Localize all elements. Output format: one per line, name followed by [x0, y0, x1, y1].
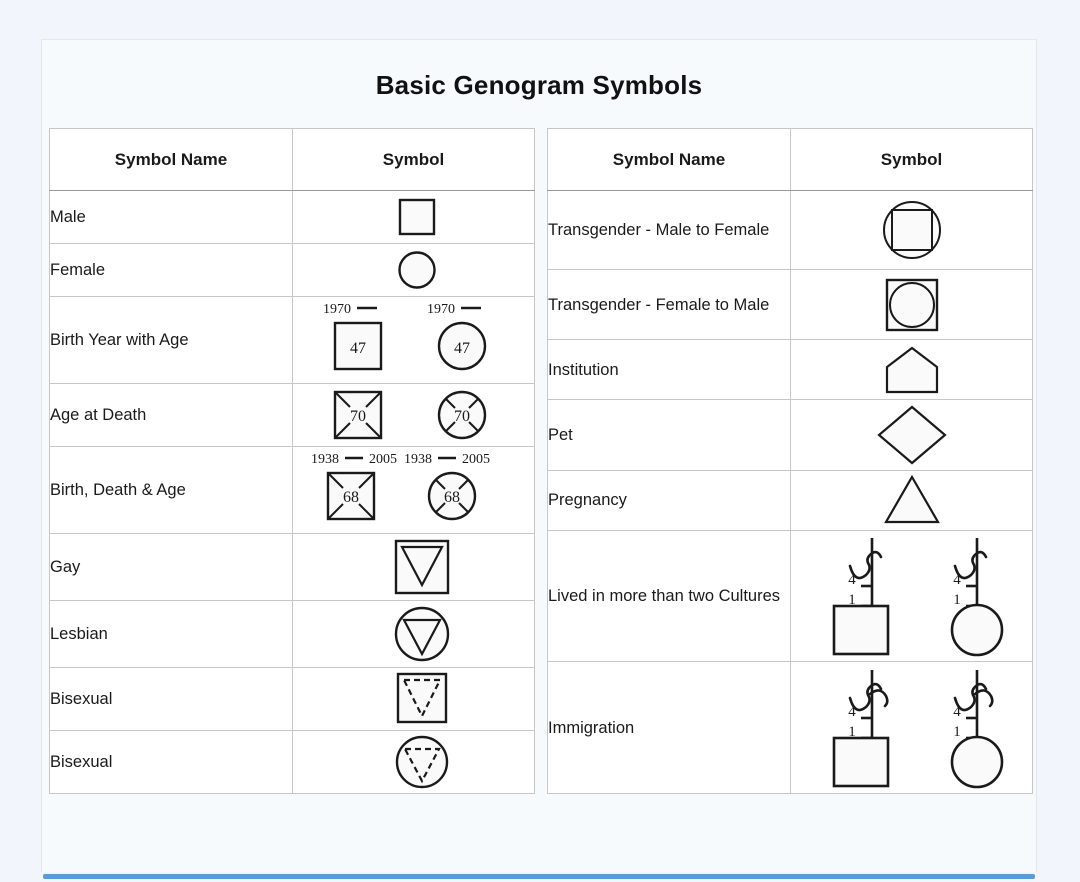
symbol-cell-lived-in-cultures: 4 1 4 1 — [790, 529, 1033, 663]
symbol-name-label: Birth Year with Age — [49, 296, 293, 384]
table-row[interactable]: Bisexual — [49, 667, 535, 731]
symbol-cell-male — [292, 190, 535, 244]
symbol-name-label: Gay — [49, 533, 293, 601]
symbol-name-label: Bisexual — [49, 730, 293, 794]
symbol-cell-gay — [292, 533, 535, 601]
birth-year-text-female: 1970 — [427, 302, 455, 317]
symbol-cell-age-at-death: 70 70 — [292, 383, 535, 447]
column-header-symbol-name: Symbol Name — [49, 128, 293, 191]
symbol-name-label: Age at Death — [49, 383, 293, 447]
symbol-cell-immigration: 4 1 4 1 — [790, 661, 1033, 794]
symbol-cell-birth-year-with-age: 1970 47 1970 47 — [292, 296, 535, 384]
symbols-card: Basic Genogram Symbols Symbol Name Symbo… — [41, 39, 1037, 873]
symbol-name-label: Lived in more than two Cultures — [547, 529, 791, 663]
age-text-male: 68 — [343, 489, 359, 506]
symbol-cell-transgender-ftm — [790, 268, 1033, 341]
symbol-name-label: Male — [49, 190, 293, 244]
square-with-dashed-triangle-icon — [396, 672, 447, 724]
table-row[interactable]: Female — [49, 243, 535, 297]
circle-icon — [397, 251, 436, 289]
table-row[interactable]: Pregnancy — [547, 469, 1033, 531]
triangle-icon — [883, 475, 940, 524]
symbol-cell-bisexual-square — [292, 667, 535, 731]
birth-year-text-female: 1938 — [404, 452, 432, 467]
symbol-name-label: Pregnancy — [547, 469, 791, 531]
symbol-name-label: Bisexual — [49, 667, 293, 731]
upper-tick-label-female: 4 — [953, 572, 961, 588]
birth-year-text-male: 1938 — [311, 452, 339, 467]
column-header-symbol: Symbol — [292, 128, 535, 191]
column-header-symbol: Symbol — [790, 128, 1033, 191]
table-row[interactable]: Lesbian — [49, 600, 535, 668]
upper-tick-label-male: 4 — [848, 572, 856, 588]
table-header-row: Symbol Name Symbol — [49, 128, 535, 191]
age-text-female: 70 — [454, 408, 470, 425]
lower-tick-label-female: 1 — [953, 724, 961, 740]
symbol-name-label: Institution — [547, 339, 791, 401]
table-row[interactable]: Bisexual — [49, 730, 535, 794]
age-text-female: 68 — [444, 489, 460, 506]
symbol-name-label: Immigration — [547, 661, 791, 794]
age-text-female: 47 — [454, 340, 470, 357]
square-icon — [398, 198, 435, 236]
table-row[interactable]: Pet — [547, 399, 1033, 471]
circle-inside-square-icon — [885, 278, 938, 331]
birth-year-text-male: 1970 — [323, 302, 351, 317]
symbol-name-label: Transgender - Male to Female — [547, 190, 791, 270]
table-header-row: Symbol Name Symbol — [547, 128, 1033, 191]
birth-death-age-icon: 1938 2005 1938 2005 68 68 — [311, 452, 490, 521]
symbol-cell-pet — [790, 399, 1033, 471]
table-row[interactable]: Male — [49, 190, 535, 244]
lower-tick-label-female: 1 — [953, 592, 961, 608]
death-year-text-male: 2005 — [369, 452, 397, 467]
right-symbol-table: Symbol Name Symbol Transgender - Male to… — [547, 128, 1033, 794]
tables-container: Symbol Name Symbol Male Female Birth Yea… — [49, 128, 1033, 794]
table-row[interactable]: Institution — [547, 339, 1033, 401]
symbol-cell-institution — [790, 339, 1033, 401]
symbol-cell-pregnancy — [790, 469, 1033, 531]
left-symbol-table: Symbol Name Symbol Male Female Birth Yea… — [49, 128, 535, 794]
age-text-male: 70 — [350, 408, 366, 425]
symbol-name-label: Lesbian — [49, 600, 293, 668]
symbol-cell-birth-death-age: 1938 2005 1938 2005 68 68 — [292, 446, 535, 534]
symbol-cell-lesbian — [292, 600, 535, 668]
diamond-icon — [876, 405, 947, 465]
age-text-male: 47 — [350, 340, 366, 357]
circle-with-triangle-icon — [394, 606, 449, 662]
table-row[interactable]: Transgender - Female to Male — [547, 268, 1033, 341]
upper-tick-label-male: 4 — [848, 704, 856, 720]
symbol-name-label: Transgender - Female to Male — [547, 268, 791, 341]
column-header-symbol-name: Symbol Name — [547, 128, 791, 191]
symbol-name-label: Pet — [547, 399, 791, 471]
horizontal-scrollbar-thumb[interactable] — [43, 874, 1035, 879]
migration-pair-icon: 4 1 4 1 — [832, 538, 1004, 657]
age-at-death-icon: 70 70 — [333, 390, 486, 440]
house-pentagon-icon — [885, 346, 938, 394]
symbol-cell-transgender-mtf — [790, 190, 1033, 270]
upper-tick-label-female: 4 — [953, 704, 961, 720]
migration-pair-icon: 4 1 4 1 — [832, 669, 1004, 788]
table-row[interactable]: Gay — [49, 533, 535, 601]
square-with-triangle-icon — [394, 539, 449, 595]
table-row[interactable]: Immigration 4 1 4 1 — [547, 661, 1033, 794]
table-row[interactable]: Transgender - Male to Female — [547, 190, 1033, 270]
birth-year-with-age-icon: 1970 47 1970 47 — [323, 302, 486, 371]
symbol-name-label: Female — [49, 243, 293, 297]
symbol-name-label: Birth, Death & Age — [49, 446, 293, 534]
table-row[interactable]: Birth, Death & Age 1938 2005 1938 2005 6… — [49, 446, 535, 534]
table-row[interactable]: Lived in more than two Cultures 4 1 4 1 — [547, 529, 1033, 663]
symbol-cell-female — [292, 243, 535, 297]
square-inside-circle-icon — [882, 200, 941, 259]
page-title: Basic Genogram Symbols — [375, 70, 703, 100]
death-year-text-female: 2005 — [462, 452, 490, 467]
symbol-cell-bisexual-circle — [292, 730, 535, 794]
circle-with-dashed-triangle-icon — [395, 735, 448, 789]
table-row[interactable]: Age at Death 70 70 — [49, 383, 535, 447]
table-row[interactable]: Birth Year with Age 1970 47 1970 47 — [49, 296, 535, 384]
